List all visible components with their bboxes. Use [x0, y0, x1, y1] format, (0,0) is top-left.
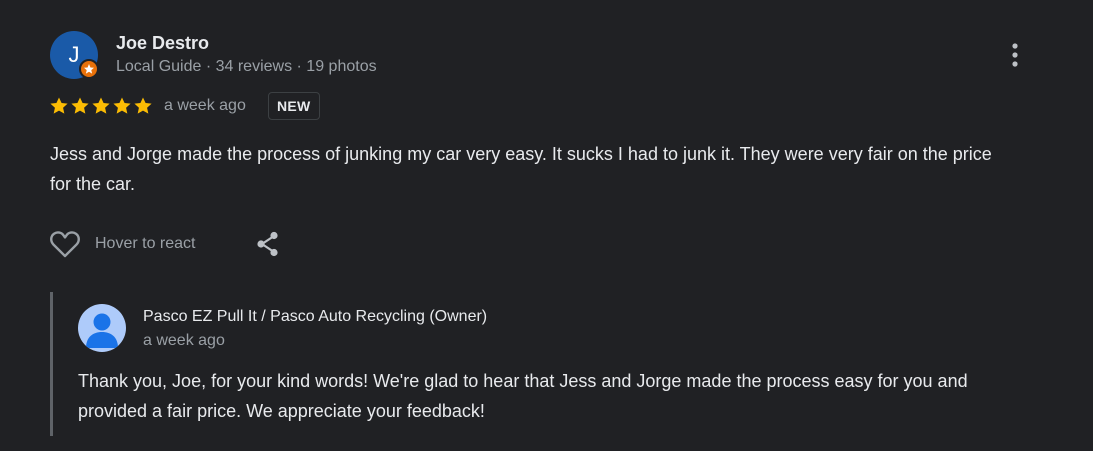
star-icon: [50, 97, 68, 114]
reviewer-initial: J: [68, 42, 80, 67]
react-label[interactable]: Hover to react: [95, 235, 195, 253]
review-text: Jess and Jorge made the process of junki…: [50, 144, 992, 194]
reviewer-name[interactable]: Joe Destro: [116, 33, 209, 54]
star-icon: [113, 97, 131, 114]
owner-reply-time: a week ago: [143, 332, 225, 349]
review-card: J Joe Destro Local Guide · 34 reviews · …: [0, 0, 1093, 451]
reviewer-meta: Local Guide · 34 reviews · 19 photos: [116, 58, 377, 75]
default-person-avatar-icon: [86, 313, 118, 348]
star-rating: [49, 96, 153, 116]
owner-reply: Pasco EZ Pull It / Pasco Auto Recycling …: [50, 292, 1043, 436]
star-icon: [71, 97, 89, 114]
more-vertical-icon: [1012, 43, 1018, 67]
share-button[interactable]: [254, 229, 282, 259]
more-options-button[interactable]: [1000, 38, 1030, 72]
new-badge: NEW: [268, 92, 320, 120]
owner-reply-text: Thank you, Joe, for your kind words! We'…: [78, 371, 968, 421]
review-time: a week ago: [164, 97, 246, 114]
share-icon: [257, 231, 278, 257]
star-icon: [92, 97, 110, 114]
heart-outline-icon: [50, 231, 80, 258]
react-button[interactable]: [49, 229, 81, 259]
local-guide-badge-icon: [79, 59, 99, 79]
star-icon: [134, 97, 152, 114]
owner-name: Pasco EZ Pull It / Pasco Auto Recycling …: [143, 308, 488, 325]
owner-avatar: [78, 304, 126, 352]
